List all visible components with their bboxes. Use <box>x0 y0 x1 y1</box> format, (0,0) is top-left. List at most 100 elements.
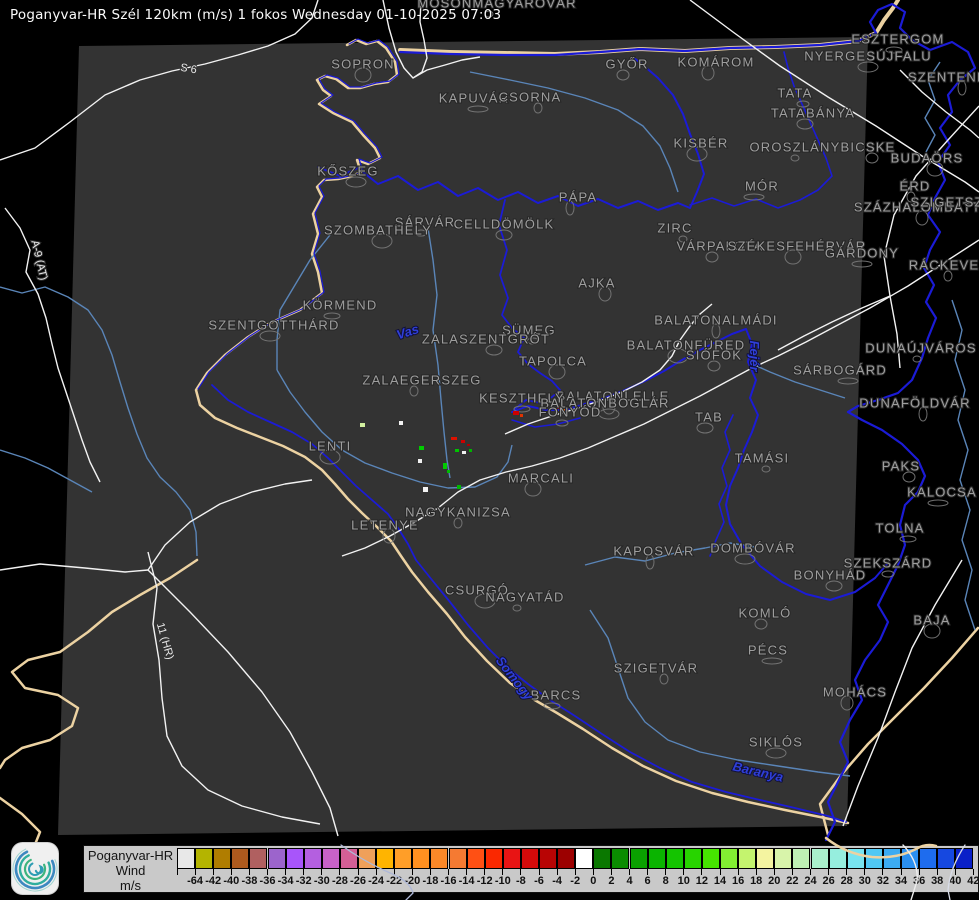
radar-app-window: MOSONMAGYARÓVÁRGYŐRSOPRONKAPUVÁRCSORNAKO… <box>0 0 979 900</box>
road-label: A-9 (AT) <box>28 239 49 281</box>
radar-echo <box>461 440 465 443</box>
legend-swatch <box>195 848 213 869</box>
city-label: MOHÁCS <box>823 685 887 700</box>
city-label: PÁPA <box>559 190 598 205</box>
settlement-outline <box>944 271 952 281</box>
legend-swatch <box>611 848 629 869</box>
legend-swatch <box>231 848 249 869</box>
legend-product-name: Poganyvar-HR <box>84 848 177 863</box>
city-label: ZIRC <box>657 221 692 236</box>
legend-swatch <box>937 848 955 869</box>
city-label: BUDAÖRS <box>891 151 964 166</box>
legend-swatch <box>376 848 394 869</box>
city-label: SZENTGOTTHÁRD <box>208 318 339 333</box>
legend-swatch <box>702 848 720 869</box>
city-label: DUNAÚJVÁROS <box>865 341 976 356</box>
legend-swatch <box>919 848 937 869</box>
city-label: NAGYKANIZSA <box>405 505 511 520</box>
legend-swatch <box>666 848 684 869</box>
radar-echo <box>467 444 470 446</box>
legend-swatch <box>847 848 865 869</box>
legend-field-name: Wind <box>84 863 177 878</box>
legend-swatch <box>539 848 557 869</box>
radar-coverage-area <box>58 37 868 835</box>
city-label: BALATONALMÁDI <box>654 313 778 328</box>
radar-map: MOSONMAGYARÓVÁRGYŐRSOPRONKAPUVÁRCSORNAKO… <box>0 0 979 900</box>
legend-swatch <box>358 848 376 869</box>
settlement-outline <box>903 472 915 482</box>
legend-swatch <box>883 848 901 869</box>
city-label: CELLDÖMÖLK <box>454 217 555 232</box>
city-label: TAB <box>695 410 723 425</box>
city-label: DUNAFÖLDVÁR <box>859 396 970 411</box>
city-label: KISBÉR <box>674 136 729 151</box>
city-label: BAJA <box>913 613 950 628</box>
legend-swatch <box>249 848 267 869</box>
radar-echo <box>462 451 466 454</box>
settlement-outline <box>913 356 921 362</box>
legend-swatch <box>865 848 883 869</box>
city-label: SZOMBATHELY <box>324 223 432 238</box>
legend-swatch <box>304 848 322 869</box>
radar-echo <box>419 446 424 450</box>
city-label: ZALAEGERSZEG <box>362 373 481 388</box>
city-label: PÉCS <box>748 643 788 658</box>
city-label: TATABÁNYA <box>771 106 855 121</box>
city-label: TOLNA <box>875 521 924 536</box>
legend-swatch <box>738 848 756 869</box>
legend-swatch <box>340 848 358 869</box>
city-label: SZIGETSZENTMIKLÓS <box>910 195 979 210</box>
legend-swatch <box>630 848 648 869</box>
city-label: FONYÓD <box>539 405 602 420</box>
radar-echo <box>469 449 472 452</box>
legend-swatch <box>901 848 919 869</box>
legend-swatch <box>684 848 702 869</box>
city-label: LETENYE <box>351 518 419 533</box>
radar-echo <box>520 414 523 417</box>
city-label: LENTI <box>309 439 352 454</box>
settlement-outline <box>882 571 894 577</box>
city-label: TATA <box>777 86 812 101</box>
city-label: SOPRON <box>331 57 395 72</box>
city-label: KOMLÓ <box>739 606 792 621</box>
legend-swatch <box>213 848 231 869</box>
city-label: KALOCSA <box>907 485 977 500</box>
legend-swatch <box>467 848 485 869</box>
city-label: RÁCKEVE <box>909 258 979 273</box>
legend-tick <box>177 869 178 875</box>
radar-echo <box>455 449 459 452</box>
city-label: CSORNA <box>499 90 562 105</box>
legend-swatch <box>756 848 774 869</box>
legend-swatch <box>286 848 304 869</box>
legend-swatch <box>648 848 666 869</box>
radar-echo <box>360 423 365 427</box>
legend-swatch <box>503 848 521 869</box>
legend-swatch <box>811 848 829 869</box>
city-label: KÖRMEND <box>303 298 378 313</box>
city-label: TAPOLCA <box>519 354 587 369</box>
city-label: MARCALI <box>508 471 574 486</box>
city-label: MÓR <box>745 179 779 194</box>
radar-app-logo <box>11 842 59 895</box>
legend-swatch <box>412 848 430 869</box>
city-label: GÁRDONY <box>825 246 899 261</box>
radar-echo <box>457 485 461 489</box>
city-label: GYŐR <box>605 57 648 72</box>
city-label: DOMBÓVÁR <box>710 541 795 556</box>
legend-swatch <box>394 848 412 869</box>
legend-swatch <box>575 848 593 869</box>
legend-panel: Poganyvar-HR Wind m/s -64-42-40-38-36-34… <box>83 845 979 893</box>
city-label: KŐSZEG <box>317 164 378 179</box>
settlement-outline <box>866 153 878 163</box>
legend-swatch <box>774 848 792 869</box>
city-label: NAGYATÁD <box>485 590 564 605</box>
radar-echo <box>418 459 422 463</box>
city-label: ESZTERGOM <box>851 32 944 47</box>
legend-color-scale: -64-42-40-38-36-34-32-30-28-26-24-22-20-… <box>177 848 977 890</box>
city-label: SZIGETVÁR <box>614 661 698 676</box>
legend-swatch <box>485 848 503 869</box>
city-label: ZALASZENTGRÓT <box>422 332 550 347</box>
city-label: TAMÁSI <box>735 451 790 466</box>
legend-swatch <box>593 848 611 869</box>
city-label: NYERGESÚJFALU <box>804 49 932 64</box>
